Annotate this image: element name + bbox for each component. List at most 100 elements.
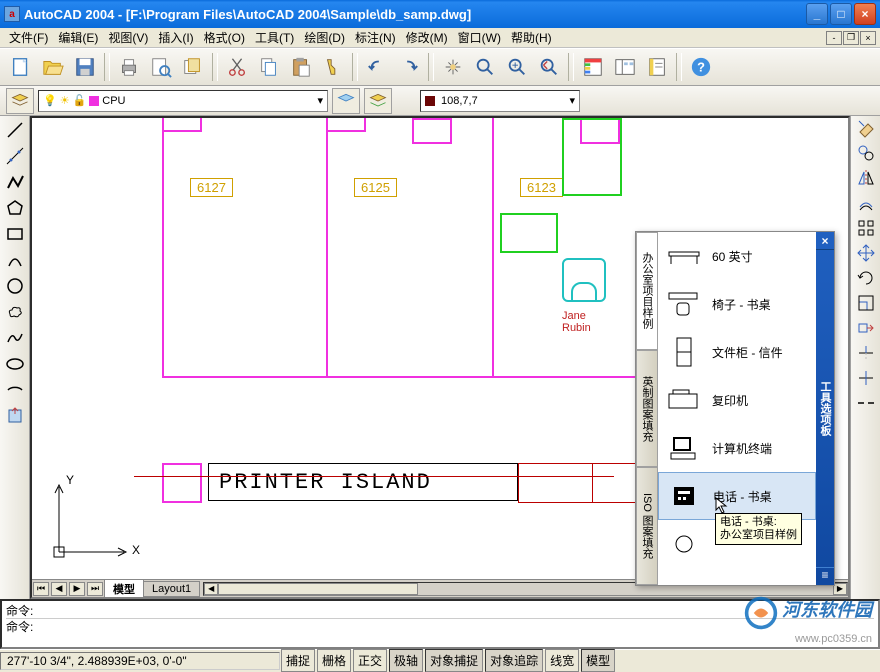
palette-item[interactable]: 复印机 xyxy=(658,376,816,424)
palette-header[interactable]: × 工具选项板 ≡ xyxy=(816,232,834,585)
tool-palettes-button[interactable] xyxy=(642,52,672,82)
scroll-thumb[interactable] xyxy=(218,583,418,595)
print-preview-button[interactable] xyxy=(146,52,176,82)
menu-draw[interactable]: 绘图(D) xyxy=(299,27,350,48)
construction-line-tool[interactable] xyxy=(3,144,27,168)
tab-last[interactable]: ⏭ xyxy=(87,582,103,596)
scale-tool[interactable] xyxy=(856,293,876,316)
move-tool[interactable] xyxy=(856,243,876,266)
tab-prev[interactable]: ◀ xyxy=(51,582,67,596)
file-cabinet-icon xyxy=(666,334,702,370)
mdi-close[interactable]: × xyxy=(860,31,876,45)
rectangle-tool[interactable] xyxy=(3,222,27,246)
save-button[interactable] xyxy=(70,52,100,82)
open-button[interactable] xyxy=(38,52,68,82)
mdi-minimize[interactable]: - xyxy=(826,31,842,45)
mdi-restore[interactable]: ❐ xyxy=(843,31,859,45)
ellipse-tool[interactable] xyxy=(3,352,27,376)
design-center-button[interactable] xyxy=(610,52,640,82)
otrack-toggle[interactable]: 对象追踪 xyxy=(485,649,543,672)
palette-tab-imperial[interactable]: 英制图案填充 xyxy=(636,350,658,468)
palette-item[interactable]: 椅子 - 书桌 xyxy=(658,280,816,328)
menu-format[interactable]: 格式(O) xyxy=(199,27,250,48)
erase-tool[interactable] xyxy=(856,118,876,141)
circle-tool[interactable] xyxy=(3,274,27,298)
break-tool[interactable] xyxy=(856,393,876,416)
ortho-toggle[interactable]: 正交 xyxy=(353,649,387,672)
palette-tab-iso[interactable]: ISO 图案填充 xyxy=(636,467,658,585)
palette-item[interactable]: 文件柜 - 信件 xyxy=(658,328,816,376)
print-button[interactable] xyxy=(114,52,144,82)
match-properties-button[interactable] xyxy=(318,52,348,82)
menu-tools[interactable]: 工具(T) xyxy=(250,27,299,48)
zoom-realtime-button[interactable] xyxy=(470,52,500,82)
spline-tool[interactable] xyxy=(3,326,27,350)
arc-tool[interactable] xyxy=(3,248,27,272)
close-button[interactable]: × xyxy=(854,3,876,25)
menu-window[interactable]: 窗口(W) xyxy=(453,27,506,48)
layer-previous-button[interactable] xyxy=(364,88,392,114)
polygon-tool[interactable] xyxy=(3,196,27,220)
lineweight-toggle[interactable]: 线宽 xyxy=(545,649,579,672)
grid-toggle[interactable]: 栅格 xyxy=(317,649,351,672)
offset-tool[interactable] xyxy=(856,193,876,216)
watermark: 河东软件园 www.pc0359.cn xyxy=(743,595,872,645)
cut-button[interactable] xyxy=(222,52,252,82)
properties-button[interactable] xyxy=(578,52,608,82)
zoom-window-button[interactable] xyxy=(502,52,532,82)
publish-button[interactable] xyxy=(178,52,208,82)
person-name: Jane Rubin xyxy=(562,310,591,334)
osnap-toggle[interactable]: 对象捕捉 xyxy=(425,649,483,672)
copy-tool[interactable] xyxy=(856,143,876,166)
watermark-icon xyxy=(743,595,779,631)
color-combo[interactable]: 108,7,7 ▾ xyxy=(420,90,580,112)
zoom-previous-button[interactable] xyxy=(534,52,564,82)
menu-dimension[interactable]: 标注(N) xyxy=(350,27,401,48)
scroll-left-button[interactable]: ◀ xyxy=(204,583,218,595)
stretch-tool[interactable] xyxy=(856,318,876,341)
palette-close-button[interactable]: × xyxy=(816,232,834,250)
palette-item[interactable]: 计算机终端 xyxy=(658,424,816,472)
maximize-button[interactable]: □ xyxy=(830,3,852,25)
extend-tool[interactable] xyxy=(856,368,876,391)
layer-manager-button[interactable] xyxy=(6,88,34,114)
undo-button[interactable] xyxy=(362,52,392,82)
layer-combo[interactable]: 💡 ☀ 🔓 CPU ▾ xyxy=(38,90,328,112)
snap-toggle[interactable]: 捕捉 xyxy=(281,649,315,672)
menu-file[interactable]: 文件(F) xyxy=(4,27,53,48)
tab-first[interactable]: ⏮ xyxy=(33,582,49,596)
array-tool[interactable] xyxy=(856,218,876,241)
help-button[interactable]: ? xyxy=(686,52,716,82)
model-toggle[interactable]: 模型 xyxy=(581,649,615,672)
layer-states-button[interactable] xyxy=(332,88,360,114)
minimize-button[interactable]: _ xyxy=(806,3,828,25)
tab-next[interactable]: ▶ xyxy=(69,582,85,596)
tab-layout1[interactable]: Layout1 xyxy=(143,581,200,597)
palette-tab-office[interactable]: 办公室项目样例 xyxy=(636,232,658,350)
polar-toggle[interactable]: 极轴 xyxy=(389,649,423,672)
redo-button[interactable] xyxy=(394,52,424,82)
menu-insert[interactable]: 插入(I) xyxy=(153,27,198,48)
watermark-text: 河东软件园 xyxy=(782,600,872,620)
paste-button[interactable] xyxy=(286,52,316,82)
polyline-tool[interactable] xyxy=(3,170,27,194)
revision-cloud-tool[interactable] xyxy=(3,300,27,324)
trim-tool[interactable] xyxy=(856,343,876,366)
menu-help[interactable]: 帮助(H) xyxy=(506,27,557,48)
rotate-tool[interactable] xyxy=(856,268,876,291)
insert-block-tool[interactable] xyxy=(3,404,27,428)
tab-model[interactable]: 模型 xyxy=(104,579,144,599)
palette-menu-button[interactable]: ≡ xyxy=(816,567,834,585)
mirror-tool[interactable] xyxy=(856,168,876,191)
ellipse-arc-tool[interactable] xyxy=(3,378,27,402)
palette-item[interactable]: 60 英寸 xyxy=(658,232,816,280)
new-button[interactable] xyxy=(6,52,36,82)
line-tool[interactable] xyxy=(3,118,27,142)
pan-button[interactable] xyxy=(438,52,468,82)
room-label: 6127 xyxy=(190,178,233,197)
menu-modify[interactable]: 修改(M) xyxy=(401,27,453,48)
menu-view[interactable]: 视图(V) xyxy=(103,27,153,48)
menu-edit[interactable]: 编辑(E) xyxy=(53,27,103,48)
copy-button[interactable] xyxy=(254,52,284,82)
scroll-right-button[interactable]: ▶ xyxy=(833,583,847,595)
